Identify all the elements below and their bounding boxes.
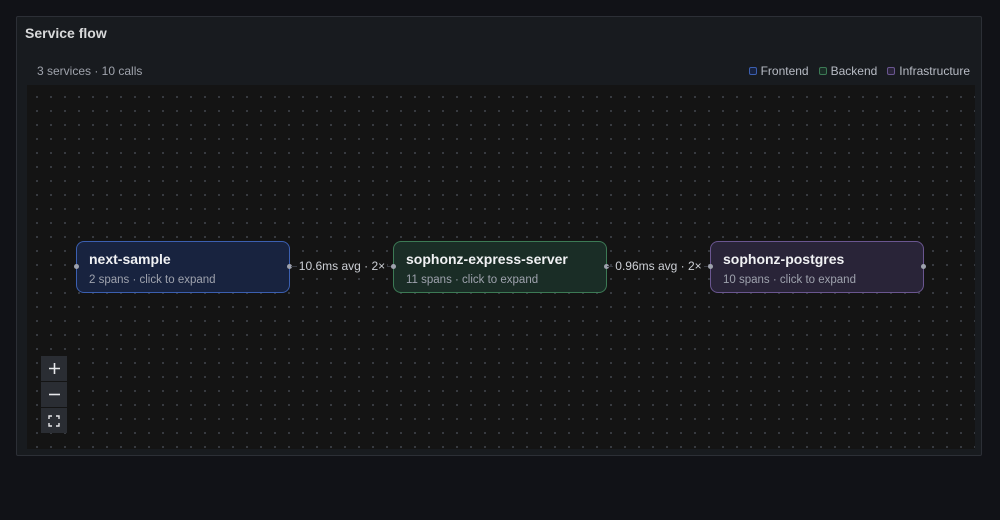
legend-label-infrastructure: Infrastructure [899, 64, 970, 78]
zoom-out-button[interactable] [41, 382, 67, 407]
node-input-port [391, 264, 396, 269]
plus-icon [48, 363, 60, 374]
minus-icon [48, 393, 60, 396]
flow-canvas[interactable]: next-sample 2 spans · click to expand 10… [27, 85, 975, 449]
node-input-port [74, 264, 79, 269]
service-node-postgres[interactable]: sophonz-postgres 10 spans · click to exp… [708, 241, 926, 293]
edge-next-sample-to-express: 10.6ms avg · 2× [291, 242, 393, 290]
legend-swatch-backend [818, 67, 827, 75]
panel-title: Service flow [25, 25, 107, 41]
legend-item-infrastructure: Infrastructure [887, 64, 970, 78]
service-flow-panel: Service flow 3 services · 10 calls Front… [16, 16, 982, 456]
flow-summary: 3 services · 10 calls [37, 64, 143, 78]
zoom-controls [41, 356, 67, 433]
node-spans-hint: 2 spans · click to expand [89, 274, 216, 286]
fit-view-button[interactable] [41, 408, 67, 433]
node-name: sophonz-postgres [723, 251, 845, 267]
fit-view-icon [48, 414, 60, 427]
legend-swatch-infrastructure [887, 67, 896, 75]
legend-label-backend: Backend [830, 64, 878, 78]
node-input-port [708, 264, 713, 269]
node-name: next-sample [89, 251, 171, 267]
node-spans-hint: 11 spans · click to expand [406, 274, 539, 286]
edge-express-to-postgres: 0.96ms avg · 2× [607, 242, 710, 290]
service-node-express-server[interactable]: sophonz-express-server 11 spans · click … [391, 241, 609, 293]
edge-label: 0.96ms avg · 2× [613, 259, 704, 273]
zoom-in-button[interactable] [41, 356, 67, 381]
node-spans-hint: 10 spans · click to expand [723, 274, 856, 286]
legend-label-frontend: Frontend [760, 64, 809, 78]
legend-item-backend: Backend [818, 64, 878, 78]
edge-label: 10.6ms avg · 2× [296, 259, 388, 273]
legend: Frontend Backend Infrastructure [748, 64, 970, 78]
node-output-port [921, 264, 926, 269]
service-node-next-sample[interactable]: next-sample 2 spans · click to expand [74, 241, 292, 293]
legend-swatch-frontend [748, 67, 757, 75]
node-name: sophonz-express-server [406, 251, 568, 267]
legend-item-frontend: Frontend [748, 64, 809, 78]
